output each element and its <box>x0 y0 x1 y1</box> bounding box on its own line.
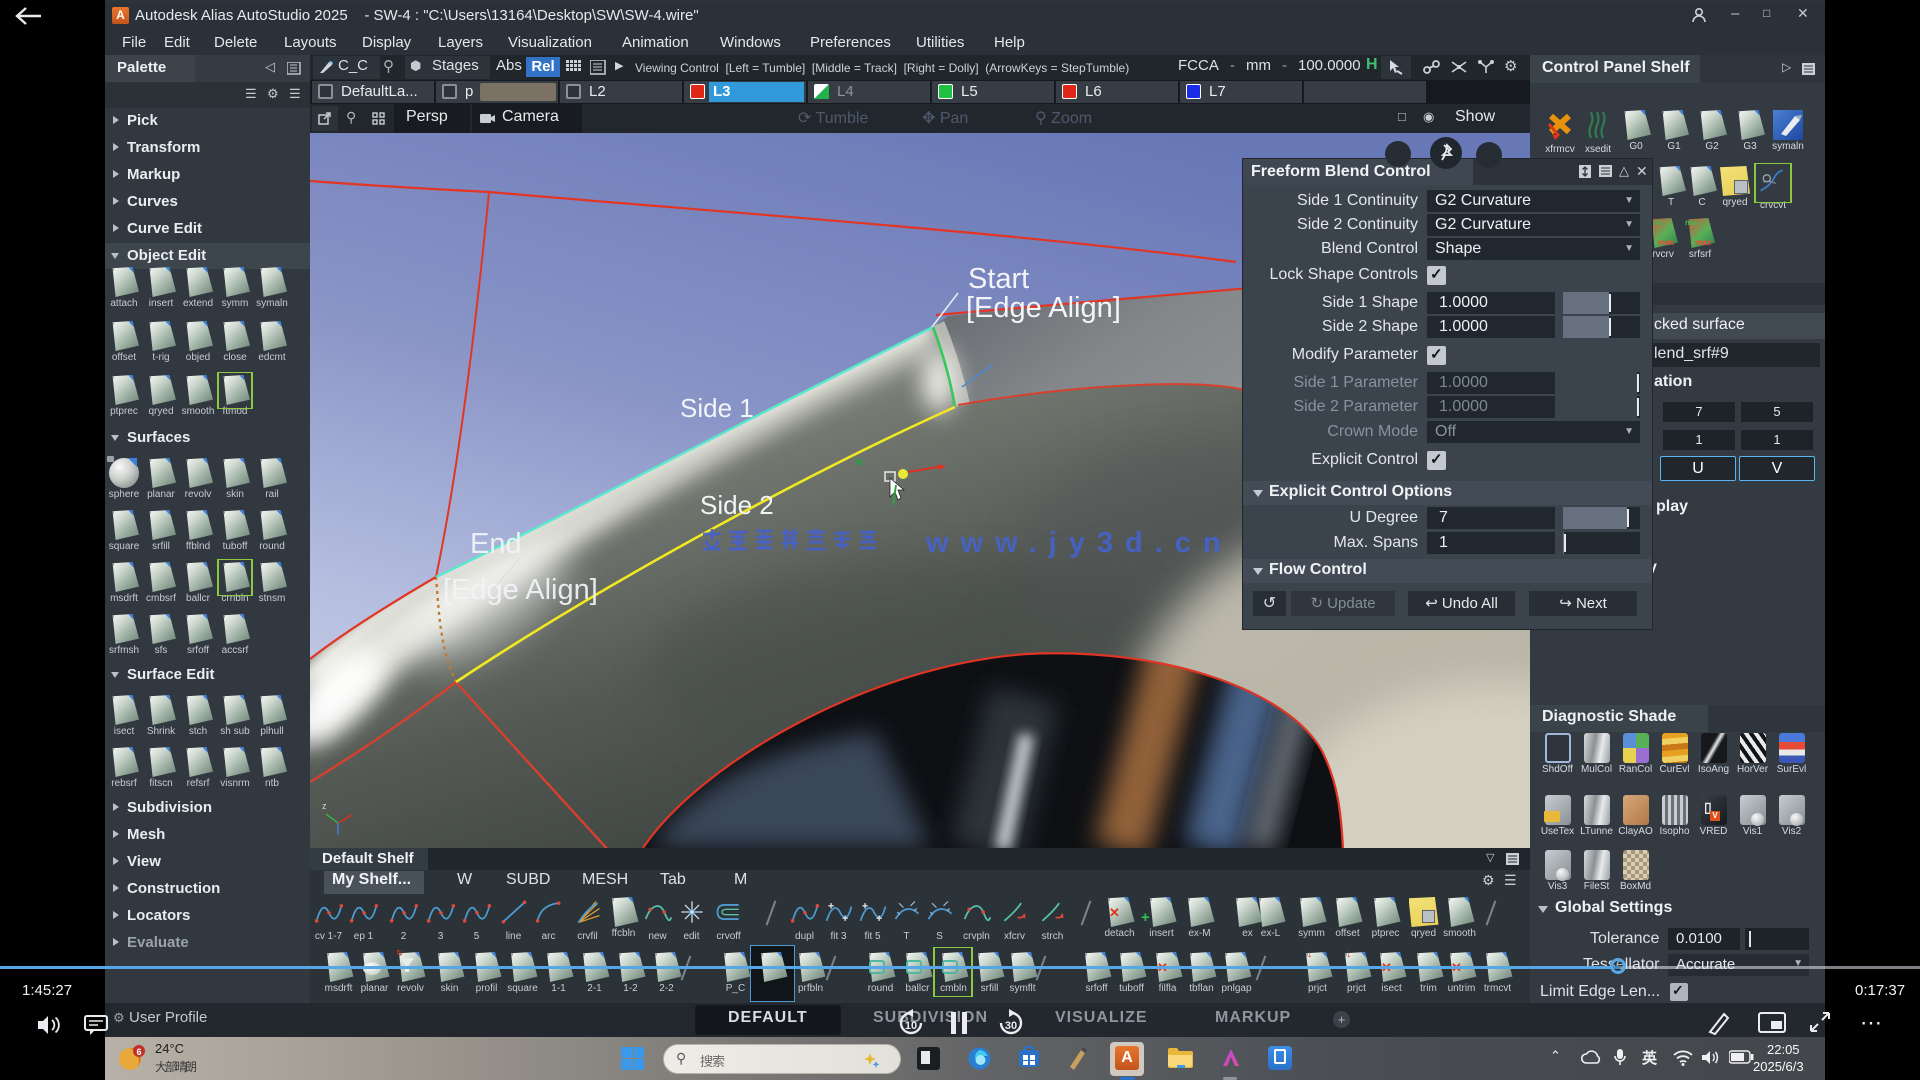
svg-text:[Edge Align]: [Edge Align] <box>443 574 598 606</box>
svg-text:www.jy3d.cn: www.jy3d.cn <box>925 527 1233 559</box>
svg-text:z: z <box>322 801 327 811</box>
svg-text:Side 2: Side 2 <box>700 490 774 520</box>
svg-text:10: 10 <box>905 1020 917 1032</box>
svg-text:30: 30 <box>1005 1020 1017 1032</box>
svg-text:End: End <box>470 528 522 560</box>
svg-text:6: 6 <box>136 1047 141 1057</box>
svg-text:[Edge Align]: [Edge Align] <box>966 292 1121 324</box>
svg-text:Side 1: Side 1 <box>680 393 754 423</box>
svg-text:Start: Start <box>968 263 1029 295</box>
